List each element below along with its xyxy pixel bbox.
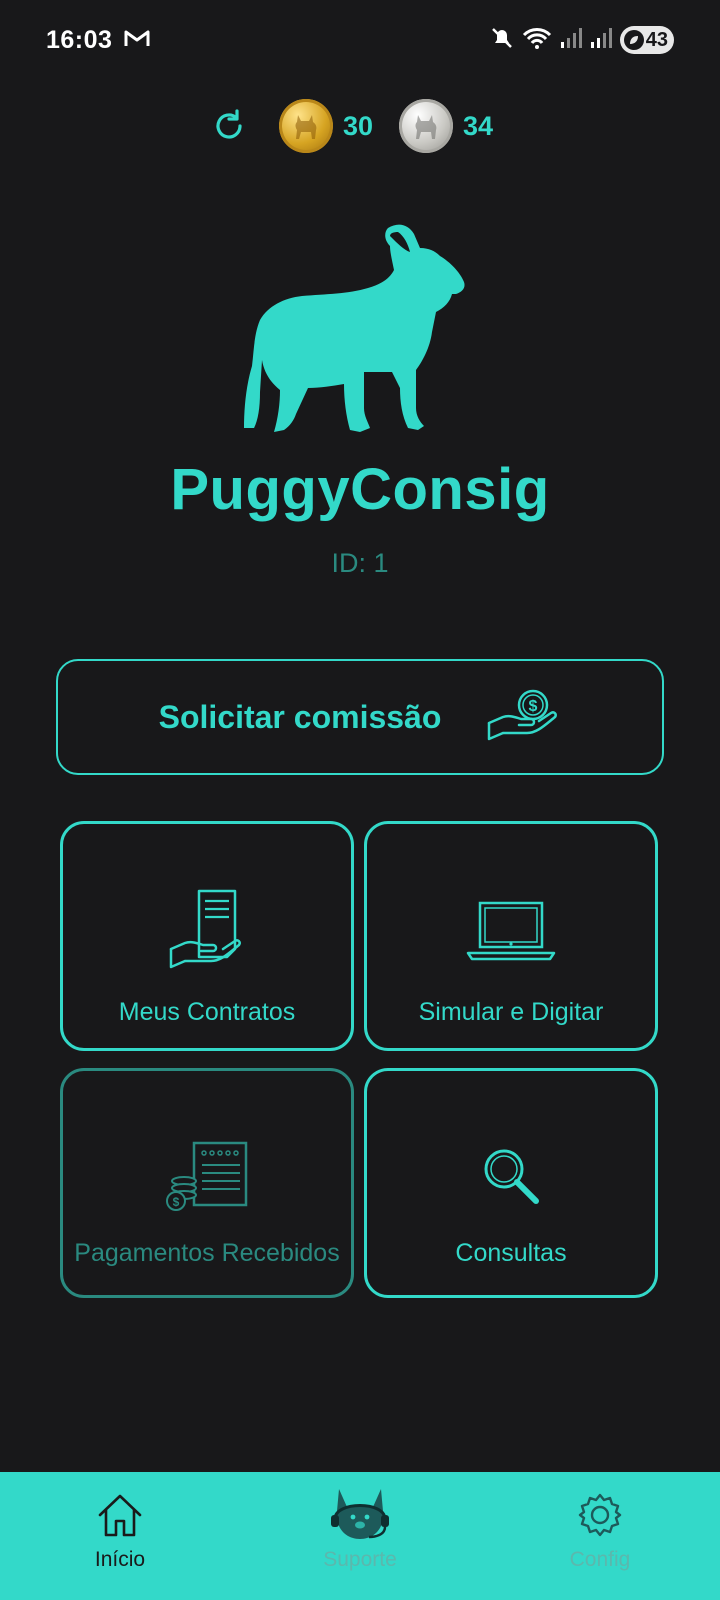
gmail-icon: [124, 28, 150, 53]
payment-receipt-coins-icon: $: [164, 1121, 250, 1231]
svg-text:$: $: [173, 1195, 180, 1209]
nav-label-config: Config: [569, 1548, 631, 1571]
my-contracts-card[interactable]: Meus Contratos: [60, 821, 354, 1051]
bottom-navigation: Início Suporte Config: [0, 1472, 720, 1600]
mute-icon: [490, 26, 514, 55]
simulate-and-type-card[interactable]: Simular e Digitar: [364, 821, 658, 1051]
svg-text:$: $: [529, 698, 538, 715]
laptop-icon: [466, 870, 556, 990]
home-icon: [96, 1488, 144, 1542]
queries-card[interactable]: Consultas: [364, 1068, 658, 1298]
battery-saver-icon: [623, 30, 644, 50]
nav-item-support[interactable]: Suporte: [260, 1472, 460, 1572]
signal-icon: [560, 27, 582, 54]
request-commission-button[interactable]: Solicitar comissão $: [56, 659, 664, 775]
silver-coin-count: 34: [463, 110, 494, 141]
payments-received-label: Pagamentos Recebidos: [74, 1239, 340, 1267]
gold-coin-icon: [278, 99, 333, 153]
nav-item-home[interactable]: Início: [20, 1472, 220, 1572]
simulate-and-type-label: Simular e Digitar: [418, 998, 604, 1026]
status-left: 16:03: [46, 26, 150, 55]
battery-level: 43: [645, 28, 668, 51]
silver-coin-icon: [399, 99, 453, 153]
payments-received-card[interactable]: $ Pagamentos Recebidos: [60, 1068, 354, 1298]
support-bulldog-headset-icon: [329, 1488, 391, 1542]
wifi-icon: [522, 26, 552, 55]
signal-icon: [590, 27, 612, 54]
user-id: ID: 1: [331, 548, 389, 578]
status-right: 43: [490, 26, 674, 55]
gear-icon: [578, 1488, 622, 1542]
gold-coin-count: 30: [342, 110, 373, 141]
battery-indicator: 43: [619, 26, 674, 54]
contract-hand-icon: [167, 870, 247, 990]
status-time: 16:03: [46, 25, 113, 54]
nav-label-support: Suporte: [323, 1548, 397, 1571]
nav-label-home: Início: [94, 1548, 146, 1571]
french-bulldog-logo-icon: [244, 224, 465, 432]
refresh-icon[interactable]: [211, 108, 247, 144]
queries-label: Consultas: [455, 1239, 567, 1267]
my-contracts-label: Meus Contratos: [118, 998, 296, 1026]
hand-coin-icon: $: [485, 685, 561, 750]
request-commission-label: Solicitar comissão: [158, 698, 442, 735]
nav-item-config[interactable]: Config: [500, 1472, 700, 1572]
app-name: PuggyConsig: [170, 457, 550, 522]
coins-row: 30 34: [0, 96, 720, 156]
search-icon: [478, 1121, 544, 1231]
status-bar: 16:03 43: [0, 0, 720, 80]
